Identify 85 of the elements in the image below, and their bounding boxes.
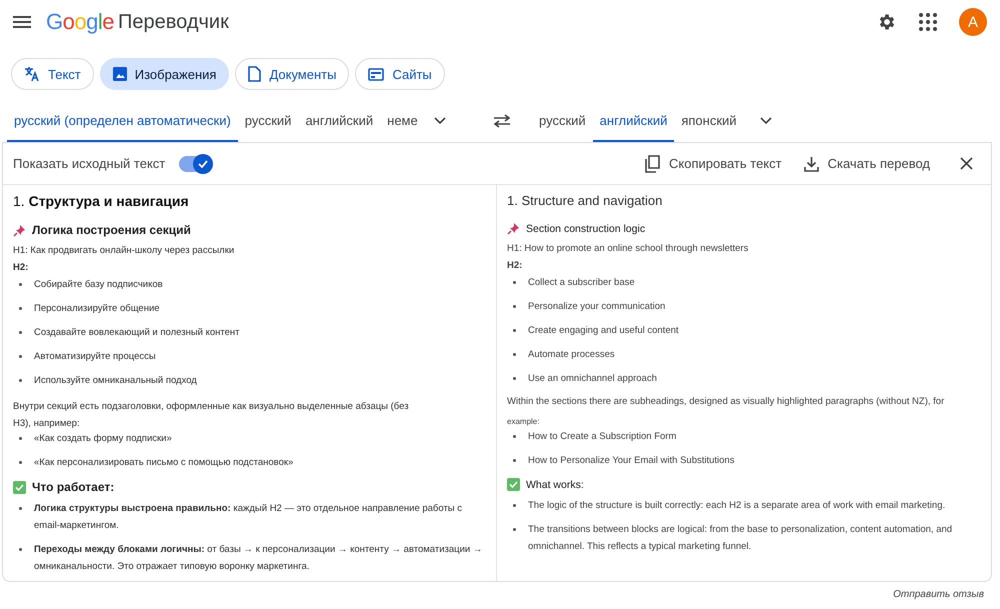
- document-heading: 1. Структура и навигация: [13, 193, 190, 209]
- language-tab[interactable]: русский (определен автоматически): [7, 100, 238, 142]
- mode-tab[interactable]: Изображения: [100, 58, 230, 90]
- section-heading: What works:: [526, 478, 584, 490]
- bullet-icon: [513, 377, 516, 380]
- document-icon: [248, 66, 262, 82]
- language-tab[interactable]: русский: [238, 100, 298, 142]
- bullet-icon: [19, 507, 22, 510]
- logo[interactable]: Google: [46, 9, 114, 35]
- bullet-icon: [513, 305, 516, 308]
- list-item: Use an omnichannel approach: [528, 372, 657, 386]
- toggle-switch[interactable]: [179, 156, 212, 172]
- menu-icon[interactable]: [13, 16, 31, 28]
- bullet-icon: [19, 331, 22, 334]
- list-item: Автоматизируйте процессы: [34, 350, 156, 364]
- list-item: Логика структуры выстроена правильно: каждый H2 — это отдельное направление работы с email-маркетингом.: [34, 502, 464, 533]
- document-paragraph: Внутри секций есть подзаголовки, оформленные как визуально выделенные абзацы (без H3), например:: [13, 400, 410, 431]
- translate-icon: [24, 66, 40, 82]
- pushpin-icon: [507, 222, 520, 235]
- list-item: Персонализируйте общение: [34, 302, 160, 316]
- bullet-icon: [513, 528, 516, 531]
- bullet-icon: [19, 379, 22, 382]
- document-line: Within the sections there are subheadings, designed as visually highlighted paragraphs (without NZ), for: [507, 396, 946, 408]
- document-label: H2:: [13, 262, 30, 273]
- feedback-link[interactable]: Отправить отзыв: [893, 589, 984, 600]
- section-heading: Что работает:: [32, 480, 114, 494]
- bullet-icon: [19, 307, 22, 310]
- list-item: How to Personalize Your Email with Substitutions: [528, 454, 734, 468]
- app-title: Переводчик: [118, 10, 229, 34]
- section-heading: Логика построения секций: [32, 223, 191, 237]
- list-item: The logic of the structure is built correctly: each H2 is a separate area of work with email marketing.: [528, 499, 946, 513]
- document-line: example:: [507, 416, 540, 428]
- toggle-label: Показать исходный текст: [13, 156, 166, 171]
- section-heading: Section construction logic: [526, 222, 646, 234]
- checkbox-icon: [507, 478, 520, 491]
- download-button[interactable]: Скачать перевод: [800, 156, 934, 172]
- list-item: Переходы между блоками логичны: от базы → к персонализации → контенту → автоматизации → омниканальности. Это отражает типовую воронку маркетинга.: [34, 543, 484, 574]
- list-item: «Как персонализировать письмо с помощью подстановок»: [34, 456, 294, 470]
- bullet-icon: [19, 548, 22, 551]
- list-item: Create engaging and useful content: [528, 324, 679, 338]
- list-item: Создавайте вовлекающий и полезный контент: [34, 326, 240, 340]
- image-icon: [112, 67, 127, 81]
- list-item: Automate processes: [528, 348, 615, 362]
- list-item: Собирайте базу подписчиков: [34, 278, 163, 292]
- download-icon: [804, 156, 819, 172]
- mode-tab[interactable]: Документы: [235, 58, 350, 90]
- document-line: H1: Как продвигать онлайн-школу через рассылки: [13, 245, 236, 257]
- copy-icon: [645, 154, 660, 172]
- checkbox-icon: [13, 480, 26, 494]
- chevron-down-icon[interactable]: [760, 117, 772, 125]
- checkmark-icon: [198, 160, 208, 168]
- list-item: The transitions between blocks are logical: from the base to personalization, content automation, and omnichannel. This reflects a typical marketing funnel.: [528, 523, 954, 554]
- mode-tab[interactable]: Текст: [11, 58, 94, 90]
- document-label: H2:: [507, 260, 524, 271]
- list-item: How to Create a Subscription Form: [528, 430, 676, 444]
- bullet-icon: [513, 329, 516, 332]
- bullet-icon: [513, 459, 516, 462]
- document-line: H1: How to promote an online school through newsletters: [507, 243, 750, 255]
- list-item: «Как создать форму подписки»: [34, 432, 172, 446]
- apps-icon[interactable]: [919, 13, 937, 31]
- list-item: Используйте омниканальный подход: [34, 374, 197, 388]
- website-icon: [368, 68, 384, 80]
- language-tab[interactable]: неме: [380, 100, 418, 142]
- language-tab[interactable]: английский: [592, 100, 674, 142]
- bullet-icon: [19, 437, 22, 440]
- mode-tab[interactable]: Сайты: [355, 58, 445, 90]
- bullet-icon: [513, 504, 516, 507]
- language-tab[interactable]: японский: [674, 100, 744, 142]
- language-tab[interactable]: английский: [298, 100, 380, 142]
- swap-icon[interactable]: [492, 114, 512, 128]
- settings-icon[interactable]: [877, 12, 897, 32]
- bullet-icon: [19, 355, 22, 358]
- bullet-icon: [19, 283, 22, 286]
- bullet-icon: [513, 281, 516, 284]
- bullet-icon: [513, 435, 516, 438]
- language-tab[interactable]: русский: [532, 100, 593, 142]
- list-item: Collect a subscriber base: [528, 276, 635, 290]
- copy-button[interactable]: Скопировать текст: [641, 154, 786, 172]
- document-heading: 1. Structure and navigation: [507, 193, 664, 208]
- bullet-icon: [513, 353, 516, 356]
- chevron-down-icon[interactable]: [434, 117, 446, 125]
- list-item: Personalize your communication: [528, 300, 666, 314]
- bullet-icon: [19, 461, 22, 464]
- close-icon[interactable]: [960, 157, 973, 170]
- pushpin-icon: [13, 224, 26, 236]
